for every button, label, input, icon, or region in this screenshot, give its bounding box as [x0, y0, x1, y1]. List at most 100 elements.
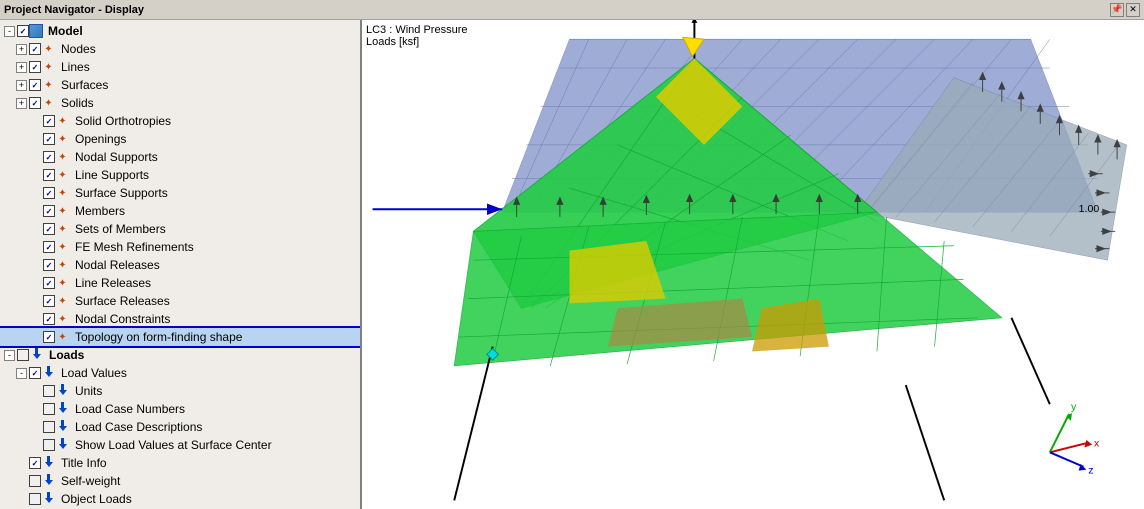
- label-solid-ortho: Solid Orthotropies: [75, 114, 171, 128]
- expand-nodes[interactable]: +: [16, 44, 27, 55]
- checkbox-solid-ortho[interactable]: [43, 115, 55, 127]
- tree-item-line-supports[interactable]: ✦ Line Supports: [0, 166, 360, 184]
- label-sets-of-members: Sets of Members: [75, 222, 166, 236]
- label-members: Members: [75, 204, 125, 218]
- label-topology: Topology on form-finding shape: [75, 330, 242, 344]
- viewport-label-line1: LC3 : Wind Pressure: [366, 24, 467, 36]
- checkbox-title-info[interactable]: [29, 457, 41, 469]
- tree-item-openings[interactable]: ✦ Openings: [0, 130, 360, 148]
- label-lines: Lines: [61, 60, 90, 74]
- checkbox-surface-releases[interactable]: [43, 295, 55, 307]
- tree-item-members[interactable]: ✦ Members: [0, 202, 360, 220]
- checkbox-model[interactable]: [17, 25, 29, 37]
- icon-surface-releases: ✦: [55, 294, 70, 309]
- tree-item-loads[interactable]: - Loads: [0, 346, 360, 364]
- checkbox-self-weight[interactable]: [29, 475, 41, 487]
- label-surface-releases: Surface Releases: [75, 294, 170, 308]
- checkbox-topology[interactable]: [43, 331, 55, 343]
- tree-item-surface-supports[interactable]: ✦ Surface Supports: [0, 184, 360, 202]
- tree-item-load-case-numbers[interactable]: Load Case Numbers: [0, 400, 360, 418]
- label-load-values: Load Values: [61, 366, 127, 380]
- checkbox-openings[interactable]: [43, 133, 55, 145]
- checkbox-load-case-numbers[interactable]: [43, 403, 55, 415]
- label-line-supports: Line Supports: [75, 168, 149, 182]
- icon-title-info: [41, 456, 56, 471]
- tree-item-solids[interactable]: + ✦ Solids: [0, 94, 360, 112]
- tree-item-sets-of-members[interactable]: ✦ Sets of Members: [0, 220, 360, 238]
- checkbox-show-load-values[interactable]: [43, 439, 55, 451]
- checkbox-load-case-desc[interactable]: [43, 421, 55, 433]
- checkbox-nodal-releases[interactable]: [43, 259, 55, 271]
- tree-item-nodal-supports[interactable]: ✦ Nodal Supports: [0, 148, 360, 166]
- title-bar-buttons: 📌 ✕: [1110, 3, 1140, 17]
- checkbox-lines[interactable]: [29, 61, 41, 73]
- expand-loads[interactable]: -: [4, 350, 15, 361]
- tree-item-show-load-values[interactable]: Show Load Values at Surface Center: [0, 436, 360, 454]
- tree-item-self-weight[interactable]: Self-weight: [0, 472, 360, 490]
- icon-loads: [29, 348, 44, 363]
- checkbox-fe-mesh[interactable]: [43, 241, 55, 253]
- checkbox-surfaces[interactable]: [29, 79, 41, 91]
- label-solids: Solids: [61, 96, 94, 110]
- expand-lines[interactable]: +: [16, 62, 27, 73]
- checkbox-surface-supports[interactable]: [43, 187, 55, 199]
- expand-model[interactable]: -: [4, 26, 15, 37]
- tree-item-nodal-constraints[interactable]: ✦ Nodal Constraints: [0, 310, 360, 328]
- tree-item-load-case-desc[interactable]: Load Case Descriptions: [0, 418, 360, 436]
- checkbox-solids[interactable]: [29, 97, 41, 109]
- tree-item-surfaces[interactable]: + ✦ Surfaces: [0, 76, 360, 94]
- tree-item-fe-mesh[interactable]: ✦ FE Mesh Refinements: [0, 238, 360, 256]
- left-panel: - Model + ✦ Nodes: [0, 20, 362, 509]
- checkbox-load-values[interactable]: [29, 367, 41, 379]
- label-nodal-constraints: Nodal Constraints: [75, 312, 170, 326]
- icon-load-case-numbers: [55, 402, 70, 417]
- tree-item-line-releases[interactable]: ✦ Line Releases: [0, 274, 360, 292]
- icon-surfaces: ✦: [41, 78, 56, 93]
- icon-nodal-constraints: ✦: [55, 312, 70, 327]
- icon-model: [29, 24, 43, 38]
- checkbox-line-supports[interactable]: [43, 169, 55, 181]
- tree-item-nodal-releases[interactable]: ✦ Nodal Releases: [0, 256, 360, 274]
- checkbox-nodal-supports[interactable]: [43, 151, 55, 163]
- checkbox-nodes[interactable]: [29, 43, 41, 55]
- tree-item-units[interactable]: Units: [0, 382, 360, 400]
- svg-text:y: y: [1071, 401, 1077, 413]
- title-bar: Project Navigator - Display 📌 ✕: [0, 0, 1144, 20]
- close-button[interactable]: ✕: [1126, 3, 1140, 17]
- tree-item-object-loads[interactable]: Object Loads: [0, 490, 360, 508]
- label-units: Units: [75, 384, 102, 398]
- checkbox-sets-of-members[interactable]: [43, 223, 55, 235]
- label-title-info: Title Info: [61, 456, 107, 470]
- label-nodal-releases: Nodal Releases: [75, 258, 160, 272]
- tree-item-solid-ortho[interactable]: ✦ Solid Orthotropies: [0, 112, 360, 130]
- tree-item-topology[interactable]: ✦ Topology on form-finding shape: [0, 328, 360, 346]
- tree-item-title-info[interactable]: Title Info: [0, 454, 360, 472]
- expand-solids[interactable]: +: [16, 98, 27, 109]
- checkbox-object-loads[interactable]: [29, 493, 41, 505]
- checkbox-members[interactable]: [43, 205, 55, 217]
- tree-container[interactable]: - Model + ✦ Nodes: [0, 20, 360, 509]
- scene-container: LC3 : Wind Pressure Loads [ksf]: [362, 20, 1144, 509]
- checkbox-units[interactable]: [43, 385, 55, 397]
- label-load-case-numbers: Load Case Numbers: [75, 402, 185, 416]
- icon-fe-mesh: ✦: [55, 240, 70, 255]
- label-surfaces: Surfaces: [61, 78, 108, 92]
- 3d-scene-svg: x y z 1.00: [362, 20, 1144, 509]
- icon-self-weight: [41, 474, 56, 489]
- tree-item-load-values[interactable]: - Load Values: [0, 364, 360, 382]
- pin-button[interactable]: 📌: [1110, 3, 1124, 17]
- right-panel[interactable]: LC3 : Wind Pressure Loads [ksf]: [362, 20, 1144, 509]
- checkbox-nodal-constraints[interactable]: [43, 313, 55, 325]
- checkbox-loads[interactable]: [17, 349, 29, 361]
- title-bar-text: Project Navigator - Display: [4, 4, 144, 16]
- expand-surfaces[interactable]: +: [16, 80, 27, 91]
- viewport-label-line2: Loads [ksf]: [366, 36, 467, 48]
- icon-nodal-releases: ✦: [55, 258, 70, 273]
- expand-load-values[interactable]: -: [16, 368, 27, 379]
- tree-item-nodes[interactable]: + ✦ Nodes: [0, 40, 360, 58]
- tree-item-lines[interactable]: + ✦ Lines: [0, 58, 360, 76]
- icon-members: ✦: [55, 204, 70, 219]
- checkbox-line-releases[interactable]: [43, 277, 55, 289]
- tree-item-model[interactable]: - Model: [0, 22, 360, 40]
- tree-item-surface-releases[interactable]: ✦ Surface Releases: [0, 292, 360, 310]
